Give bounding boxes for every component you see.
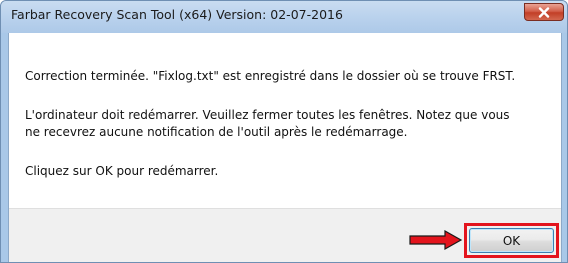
red-arrow-icon — [409, 230, 463, 250]
close-button[interactable] — [524, 3, 564, 21]
ok-button[interactable]: OK — [469, 228, 554, 253]
message-line-notification: ne recevrez aucune notification de l'out… — [25, 125, 408, 139]
dialog-window: Farbar Recovery Scan Tool (x64) Version:… — [0, 0, 568, 263]
button-bar: OK — [9, 208, 561, 262]
message-line-restart: L'ordinateur doit redémarrer. Veuillez f… — [25, 108, 510, 122]
close-icon — [538, 6, 550, 18]
message-line-correction: Correction terminée. "Fixlog.txt" est en… — [25, 69, 516, 83]
ok-button-highlight: OK — [464, 223, 559, 258]
message-line-instruction: Cliquez sur OK pour redémarrer. — [25, 164, 219, 178]
dialog-content: Correction terminée. "Fixlog.txt" est en… — [8, 33, 562, 262]
window-title: Farbar Recovery Scan Tool (x64) Version:… — [11, 7, 343, 22]
title-bar[interactable]: Farbar Recovery Scan Tool (x64) Version:… — [1, 1, 567, 33]
